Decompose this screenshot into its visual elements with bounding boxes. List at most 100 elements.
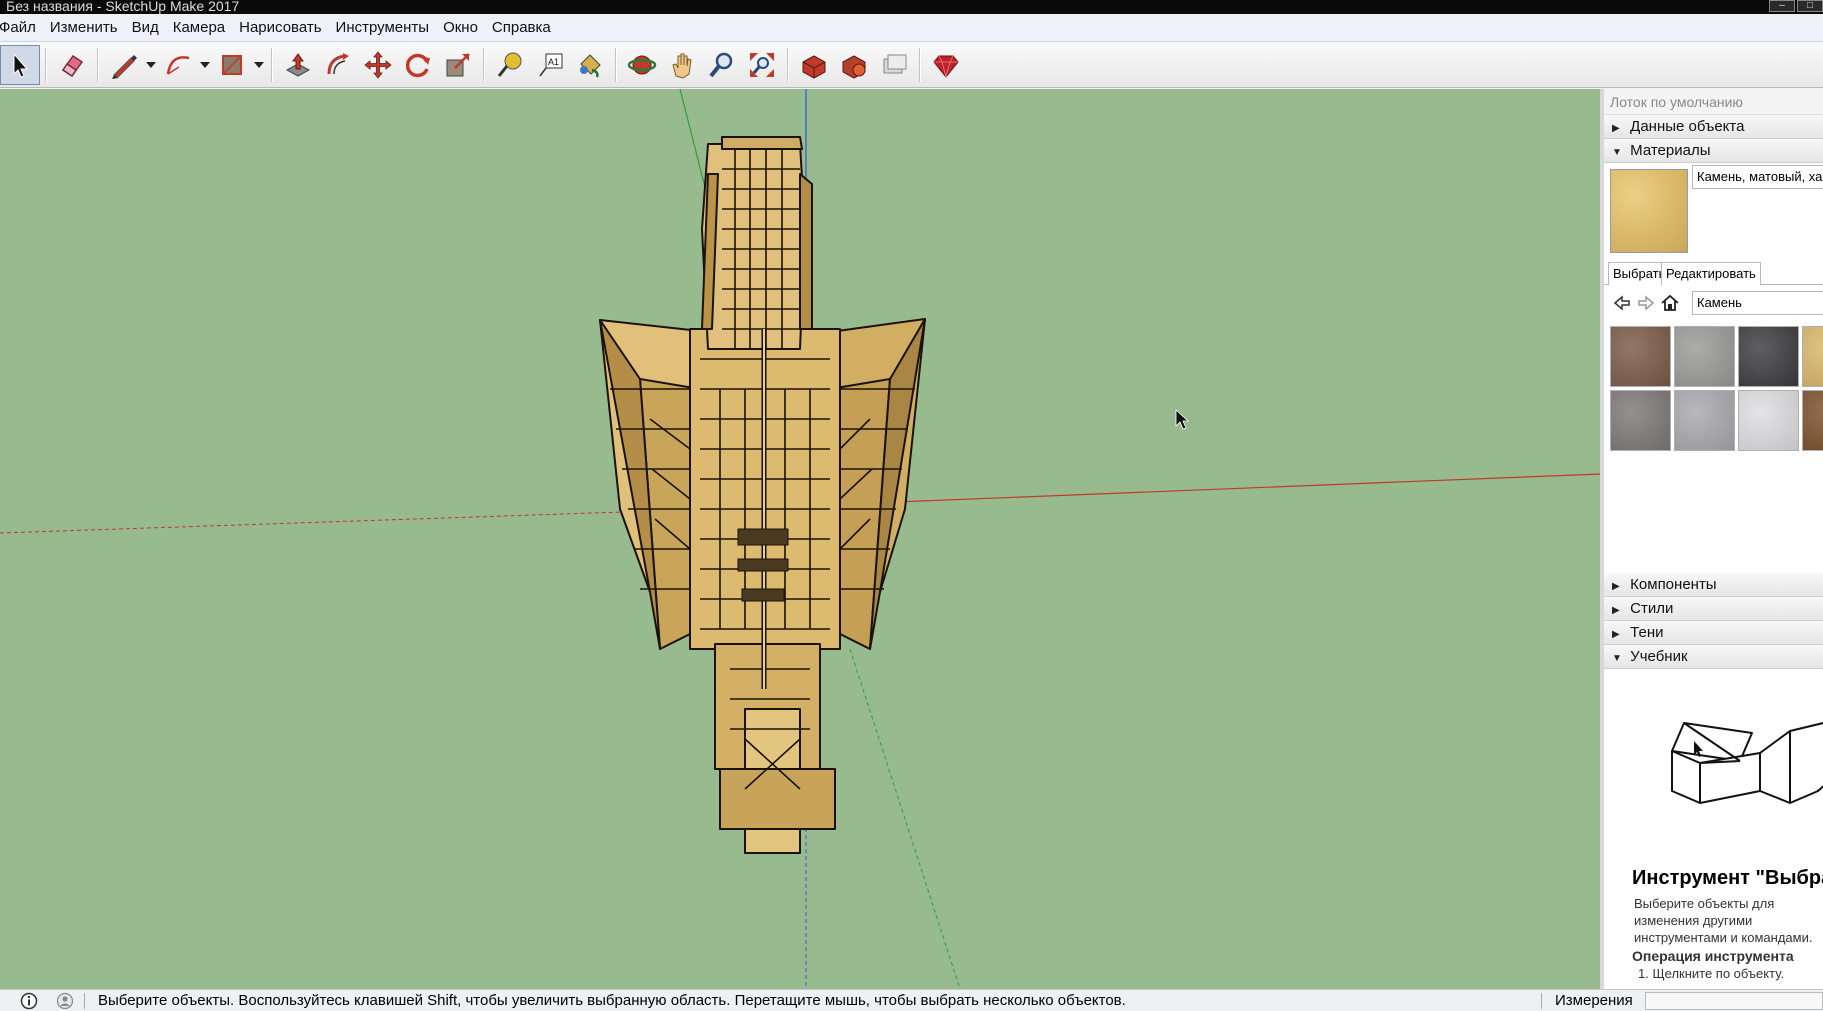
orbit-tool-button[interactable] [622, 45, 662, 85]
menu-window[interactable]: Окно [436, 19, 485, 36]
material-swatch[interactable] [1738, 326, 1799, 387]
offset-icon [327, 52, 349, 74]
title-bar: Без названия - SketchUp Make 2017 – □ [0, 0, 1823, 14]
share-model-button[interactable] [874, 45, 914, 85]
menu-camera[interactable]: Камера [166, 19, 232, 36]
pan-tool-button[interactable] [662, 45, 702, 85]
measurements-input[interactable] [1645, 992, 1823, 1010]
instructor-description: Выберите объекты для изменения другими и… [1634, 896, 1813, 945]
move-tool-button[interactable] [358, 45, 398, 85]
pan-hand-icon [672, 53, 692, 79]
tape-measure-tool-button[interactable] [490, 45, 530, 85]
arc-icon [166, 55, 190, 75]
menu-edit[interactable]: Изменить [43, 19, 125, 36]
user-account-icon[interactable] [56, 992, 74, 1010]
panel-entity-info-header[interactable]: ▶ Данные объекта [1604, 115, 1823, 139]
toolbar-separator [45, 47, 47, 82]
window-title: Без названия - SketchUp Make 2017 [6, 0, 240, 14]
zoom-icon [709, 52, 733, 77]
home-icon[interactable] [1660, 293, 1680, 313]
zoom-extents-icon [750, 52, 774, 77]
panel-components-label: Компоненты [1630, 576, 1717, 593]
panel-components-header[interactable]: ▶ Компоненты [1604, 573, 1823, 597]
mouse-cursor-icon [1175, 409, 1190, 430]
line-tool-dropdown[interactable] [144, 45, 158, 85]
panel-instructor-header[interactable]: ▼ Учебник [1604, 645, 1823, 669]
main-toolbar: A1 [0, 42, 1823, 88]
chevron-down-icon [254, 61, 264, 68]
scene-canvas [0, 89, 1600, 989]
panel-materials-header[interactable]: ▼ Материалы [1604, 139, 1823, 163]
zoom-tool-button[interactable] [702, 45, 742, 85]
material-swatch[interactable] [1802, 326, 1823, 387]
panel-styles-label: Стили [1630, 600, 1674, 617]
toolbar-separator [787, 47, 789, 82]
info-icon[interactable] [20, 992, 38, 1010]
3d-warehouse-button[interactable] [794, 45, 834, 85]
text-label-icon: A1 [539, 53, 563, 76]
tab-edit[interactable]: Редактировать [1661, 262, 1761, 285]
ruby-console-button[interactable] [926, 45, 966, 85]
offset-tool-button[interactable] [318, 45, 358, 85]
push-pull-icon [285, 52, 311, 77]
eraser-tool-button[interactable] [52, 45, 92, 85]
material-swatch[interactable] [1674, 326, 1735, 387]
back-arrow-icon[interactable] [1612, 293, 1632, 313]
instructor-tool-title: Инструмент "Выбрать" [1632, 867, 1823, 889]
material-swatch[interactable] [1802, 390, 1823, 451]
material-swatch[interactable] [1738, 390, 1799, 451]
material-swatch[interactable] [1610, 390, 1671, 451]
panel-styles-header[interactable]: ▶ Стили [1604, 597, 1823, 621]
stone-tower-model[interactable] [599, 136, 926, 854]
default-tray: Лоток по умолчанию ▶ Данные объекта ▼ Ма… [1600, 89, 1823, 989]
shape-tool-dropdown[interactable] [252, 45, 266, 85]
menu-file[interactable]: Файл [0, 19, 43, 36]
scale-tool-button[interactable] [438, 45, 478, 85]
push-pull-tool-button[interactable] [278, 45, 318, 85]
forward-arrow-icon[interactable] [1636, 293, 1656, 313]
chevron-down-icon [200, 61, 210, 68]
line-tool-button[interactable] [104, 45, 144, 85]
menu-bar: Файл Изменить Вид Камера Нарисовать Инст… [0, 14, 1823, 42]
material-library-select[interactable]: Камень [1692, 291, 1823, 315]
menu-tools[interactable]: Инструменты [329, 19, 437, 36]
material-swatch[interactable] [1610, 326, 1671, 387]
menu-view[interactable]: Вид [125, 19, 166, 36]
material-preview-swatch[interactable] [1610, 169, 1688, 253]
minimize-icon[interactable]: – [1769, 0, 1795, 12]
scale-icon [446, 52, 470, 76]
expand-right-icon: ▶ [1612, 629, 1620, 640]
shape-tool-button[interactable] [212, 45, 252, 85]
menu-draw[interactable]: Нарисовать [232, 19, 328, 36]
menu-help[interactable]: Справка [485, 19, 558, 36]
extension-warehouse-button[interactable] [834, 45, 874, 85]
rectangle-shape-icon [222, 54, 242, 75]
share-model-icon [883, 54, 907, 73]
select-arrow-icon [13, 52, 29, 78]
panel-shadows-header[interactable]: ▶ Тени [1604, 621, 1823, 645]
zoom-extents-tool-button[interactable] [742, 45, 782, 85]
instructor-house-illustration [1671, 722, 1823, 804]
paint-bucket-tool-button[interactable] [570, 45, 610, 85]
panel-entity-info-label: Данные объекта [1630, 118, 1745, 135]
rotate-tool-button[interactable] [398, 45, 438, 85]
green-axis-positive [679, 89, 709, 200]
maximize-icon[interactable]: □ [1797, 0, 1823, 12]
material-name-field[interactable]: Камень, матовый, хаки [1692, 165, 1823, 189]
toolbar-separator [271, 47, 273, 82]
panel-instructor-label: Учебник [1630, 648, 1688, 665]
panel-materials-label: Материалы [1630, 142, 1711, 159]
material-swatch[interactable] [1674, 390, 1735, 451]
instructor-operation-title: Операция инструмента [1632, 948, 1794, 964]
select-tool-button[interactable] [0, 44, 40, 85]
text-tool-button[interactable]: A1 [530, 45, 570, 85]
panel-shadows-label: Тени [1630, 624, 1664, 641]
text-label-icon-glyph: A1 [548, 57, 559, 67]
model-viewport[interactable] [0, 89, 1600, 989]
orbit-icon [627, 55, 657, 74]
arc-tool-button[interactable] [158, 45, 198, 85]
toolbar-separator [919, 47, 921, 82]
arc-tool-dropdown[interactable] [198, 45, 212, 85]
pencil-line-icon [112, 54, 137, 79]
paint-bucket-icon [580, 53, 601, 77]
